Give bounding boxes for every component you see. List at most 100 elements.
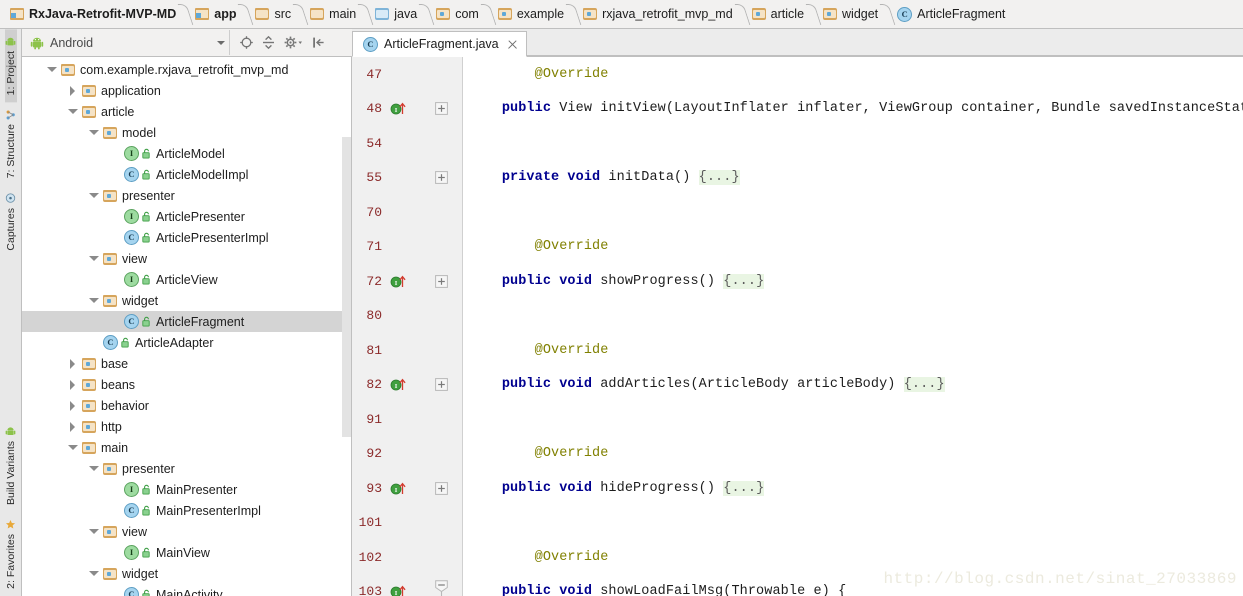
tool-tab-7-structure[interactable]: 7: Structure [5,102,17,185]
tree-row[interactable]: article [22,101,351,122]
tool-tab-captures[interactable]: Captures [5,186,17,258]
tree-row[interactable]: widget [22,290,351,311]
project-scope-dropdown[interactable]: Android [22,30,230,55]
code-editor[interactable]: 47 @Override 48 I public View initView(Lay… [352,57,1243,596]
tree-toggle-down-icon[interactable] [46,64,57,75]
code-line[interactable]: 81 @Override [352,333,1243,368]
tree-row[interactable]: main [22,437,351,458]
tree-row[interactable]: view [22,248,351,269]
tree-toggle-right-icon[interactable] [67,421,78,432]
tool-tab-2-favorites[interactable]: 2: Favorites [5,512,17,596]
implementing-method-icon[interactable]: I [390,378,407,391]
interface-icon: I [124,482,139,497]
implementing-method-icon[interactable]: I [390,102,407,115]
tree-row[interactable]: C MainPresenterImpl [22,500,351,521]
tree-row[interactable]: C ArticlePresenterImpl [22,227,351,248]
collapse-all-icon[interactable] [261,35,276,50]
code-line[interactable]: 92 @Override [352,437,1243,472]
breadcrumb-item-src[interactable]: src [251,0,293,28]
tree-row[interactable]: behavior [22,395,351,416]
code-line[interactable]: 54 [352,126,1243,161]
tree-row[interactable]: C ArticleModelImpl [22,164,351,185]
tree-toggle-down-icon[interactable] [88,463,99,474]
tree-row[interactable]: application [22,80,351,101]
breadcrumb-item-app[interactable]: app [191,0,238,28]
tree-row[interactable]: widget [22,563,351,584]
tree-row[interactable]: beans [22,374,351,395]
tree-toggle-down-icon[interactable] [88,526,99,537]
tree-row[interactable]: com.example.rxjava_retrofit_mvp_md [22,59,351,80]
implementing-method-icon[interactable]: I [390,482,407,495]
tree-row[interactable]: view [22,521,351,542]
breadcrumb-item-com[interactable]: com [432,0,481,28]
tree-row[interactable]: I MainView [22,542,351,563]
tree-toggle-right-icon[interactable] [67,85,78,96]
tree-toggle-right-icon[interactable] [67,379,78,390]
fold-expand-icon[interactable] [434,102,448,116]
public-lock-icon [142,547,151,558]
code-line[interactable]: 71 @Override [352,230,1243,265]
tree-toggle-right-icon[interactable] [67,400,78,411]
tree-row[interactable]: I ArticleView [22,269,351,290]
tree-row[interactable]: I ArticleModel [22,143,351,164]
fold-expand-icon[interactable] [434,274,448,288]
project-tree-scrollbar[interactable] [342,137,351,437]
tree-row[interactable]: base [22,353,351,374]
code-line[interactable]: 103 I public void showLoadFailMsg(Throwab… [352,575,1243,596]
code-line[interactable]: 47 @Override [352,57,1243,92]
tree-toggle-right-icon[interactable] [67,358,78,369]
implementing-method-icon[interactable]: I [390,585,407,596]
code-line[interactable]: 93 I public void hideProgress() {...} [352,471,1243,506]
breadcrumb-item-article[interactable]: article [748,0,806,28]
fold-expand-icon[interactable] [434,171,448,185]
breadcrumb-item-example[interactable]: example [494,0,566,28]
tree-row[interactable]: http [22,416,351,437]
code-line[interactable]: 48 I public View initView(LayoutInflater … [352,92,1243,127]
tree-row[interactable]: I MainPresenter [22,479,351,500]
tree-row[interactable]: presenter [22,458,351,479]
tree-row[interactable]: C ArticleFragment [22,311,351,332]
code-line[interactable]: 101 [352,506,1243,541]
tree-toggle-down-icon[interactable] [67,106,78,117]
breadcrumb-item-main[interactable]: main [306,0,358,28]
implementing-method-icon[interactable]: I [390,275,407,288]
gutter-marker-slot: I [386,482,418,495]
hide-panel-icon[interactable] [311,35,326,50]
tree-toggle-down-icon[interactable] [88,568,99,579]
breadcrumb-item-rxjava-retrofit-mvp-md[interactable]: rxjava_retrofit_mvp_md [579,0,735,28]
code-line[interactable]: 82 I public void addArticles(ArticleBody … [352,368,1243,403]
tree-row[interactable]: presenter [22,185,351,206]
tree-toggle-down-icon[interactable] [88,127,99,138]
code-line[interactable]: 70 [352,195,1243,230]
tree-toggle-down-icon[interactable] [88,190,99,201]
target-icon[interactable] [239,35,254,50]
scrollbar-thumb[interactable] [342,137,351,437]
code-line[interactable]: 55 private void initData() {...} [352,161,1243,196]
tree-row[interactable]: C MainActivity [22,584,351,596]
gear-icon[interactable] [283,35,304,50]
tree-row[interactable]: C ArticleAdapter [22,332,351,353]
editor-tab-articlefragment[interactable]: C ArticleFragment.java [352,31,527,57]
close-icon[interactable] [507,39,518,50]
tool-tab-build-variants[interactable]: Build Variants [5,419,17,512]
breadcrumb-item-java[interactable]: java [371,0,419,28]
tree-row[interactable]: model [22,122,351,143]
breadcrumb-item-rxjava-retrofit-mvp-md[interactable]: RxJava-Retrofit-MVP-MD [6,0,178,28]
chevron-down-icon[interactable] [217,40,225,45]
code-line[interactable]: 91 [352,402,1243,437]
package-icon [497,8,512,20]
tree-toggle-down-icon[interactable] [88,295,99,306]
tool-tab-label: 2: Favorites [4,534,17,589]
fold-expand-icon[interactable] [434,378,448,392]
code-line[interactable]: 80 [352,299,1243,334]
breadcrumb-item-widget[interactable]: widget [819,0,880,28]
tool-tab-1-project[interactable]: 1: Project [4,29,17,103]
fold-collapse-icon[interactable] [434,579,448,596]
fold-expand-icon[interactable] [434,481,448,495]
tree-toggle-down-icon[interactable] [67,442,78,453]
code-line[interactable]: 102 @Override [352,540,1243,575]
breadcrumb-item-articlefragment[interactable]: C ArticleFragment [893,0,1007,28]
tree-toggle-down-icon[interactable] [88,253,99,264]
tree-row[interactable]: I ArticlePresenter [22,206,351,227]
code-line[interactable]: 72 I public void showProgress() {...} [352,264,1243,299]
